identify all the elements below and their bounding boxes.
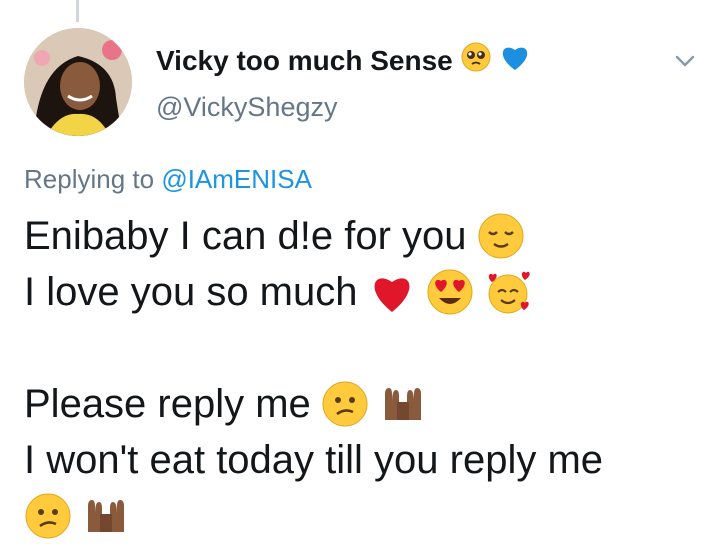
blue-heart-emoji-icon: [499, 42, 531, 79]
relieved-face-emoji-icon: [477, 212, 525, 260]
tweet-line-4-text: Please reply me: [24, 382, 311, 426]
tweet-line-2-text: I love you so much: [24, 270, 358, 314]
tweet-line-1-text: Enibaby I can d!e for you: [24, 214, 467, 258]
palms-up-together-emoji-icon: [82, 492, 130, 540]
pleading-face-emoji-icon: [461, 42, 491, 79]
tweet-body: Enibaby I can d!e for you I love you so …: [24, 208, 705, 544]
user-handle[interactable]: @VickyShegzy: [156, 92, 338, 123]
confused-face-emoji-icon: [24, 492, 72, 540]
display-name[interactable]: Vicky too much Sense: [156, 45, 453, 77]
confused-face-emoji-icon: [321, 380, 369, 428]
palms-up-together-emoji-icon: [379, 380, 427, 428]
tweet-line-5: I won't eat today till you reply me: [24, 432, 705, 488]
tweet-line-4: Please reply me: [24, 376, 705, 432]
avatar-photo: [24, 28, 132, 136]
heart-eyes-emoji-icon: [426, 268, 474, 316]
chevron-down-icon[interactable]: [672, 48, 698, 74]
smiling-face-with-hearts-emoji-icon: [484, 268, 532, 316]
red-heart-emoji-icon: [368, 268, 416, 316]
replying-to-line: Replying to @IAmENISA: [24, 164, 312, 195]
tweet-line-1: Enibaby I can d!e for you: [24, 208, 705, 264]
tweet-line-5-text: I won't eat today till you reply me: [24, 438, 604, 482]
display-name-row[interactable]: Vicky too much Sense: [156, 42, 531, 79]
avatar[interactable]: [24, 28, 132, 136]
replying-to-mention-link[interactable]: @IAmENISA: [161, 164, 312, 194]
tweet-line-2: I love you so much: [24, 264, 705, 320]
thread-connector-line: [76, 0, 79, 22]
tweet-line-6: [24, 488, 705, 544]
replying-prefix: Replying to: [24, 164, 155, 194]
